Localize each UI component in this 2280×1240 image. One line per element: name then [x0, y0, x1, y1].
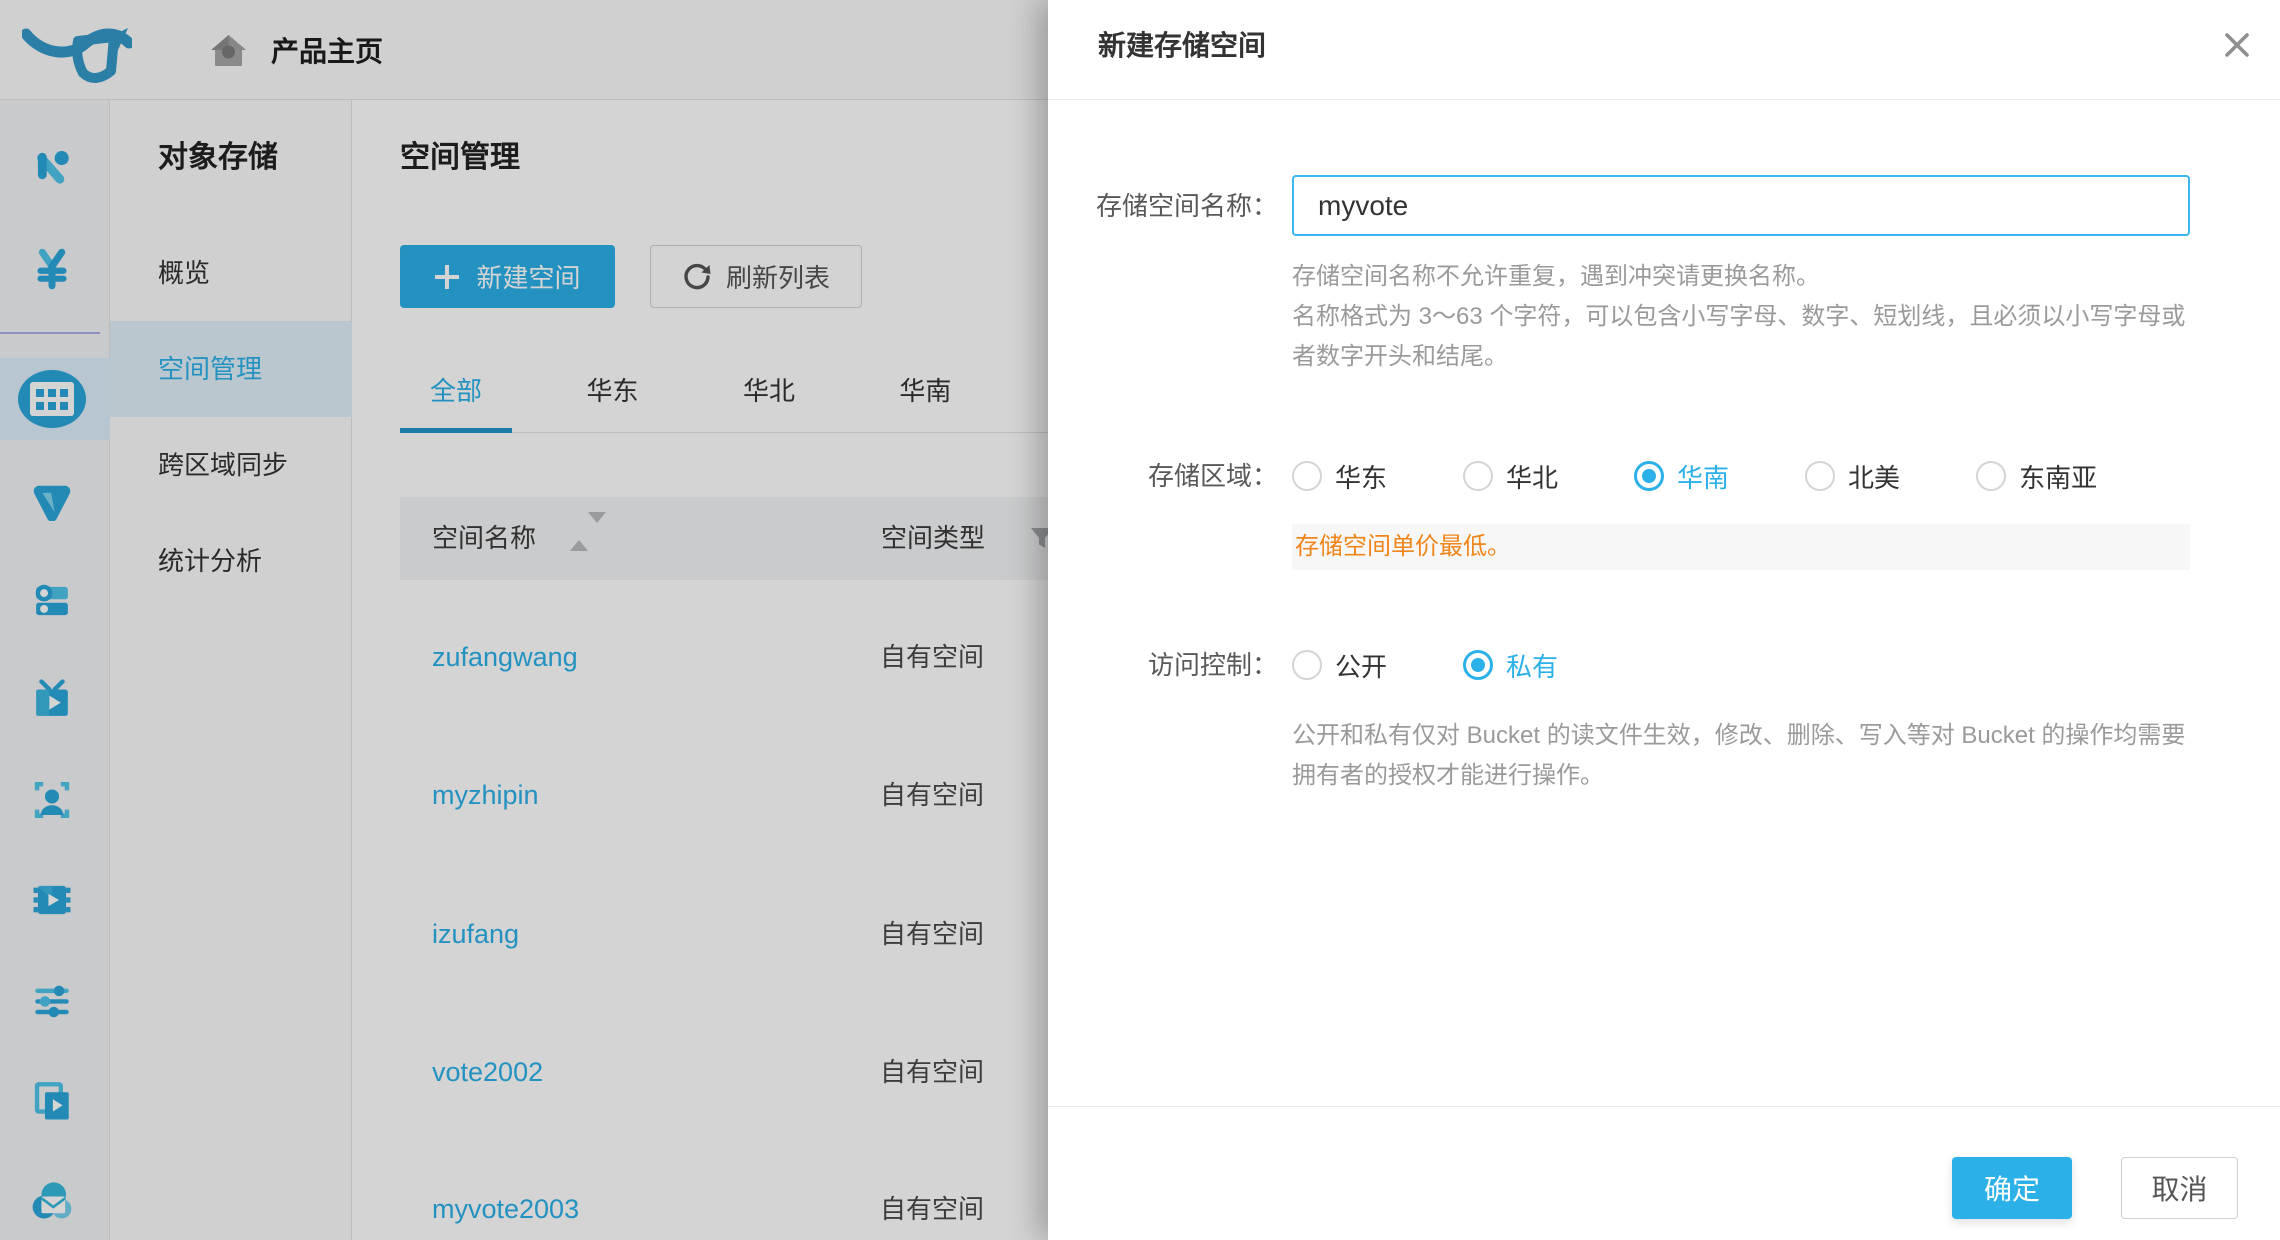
access-radio-group: 公开 私有	[1292, 645, 1634, 685]
radio-huadong[interactable]: 华东	[1292, 458, 1387, 495]
radio-circle	[1292, 650, 1322, 680]
radio-circle	[1463, 461, 1493, 491]
help-line: 拥有者的授权才能进行操作。	[1292, 756, 2185, 796]
bucket-name-help: 存储空间名称不允许重复，遇到冲突请更换名称。 名称格式为 3～63 个字符，可以…	[1292, 257, 2185, 377]
cancel-button[interactable]: 取消	[2121, 1157, 2238, 1219]
drawer-title: 新建存储空间	[1098, 0, 1266, 92]
help-line: 者数字开头和结尾。	[1292, 337, 2185, 377]
radio-dongnanya[interactable]: 东南亚	[1976, 458, 2097, 495]
radio-circle	[1463, 650, 1493, 680]
radio-label: 北美	[1848, 458, 1900, 495]
radio-beimei[interactable]: 北美	[1805, 458, 1900, 495]
radio-label: 私有	[1506, 647, 1558, 684]
radio-label: 公开	[1335, 647, 1387, 684]
radio-circle	[1976, 461, 2006, 491]
region-radio-group: 华东 华北 华南 北美 东南亚	[1292, 456, 2173, 496]
drawer-footer: 确定 取消	[1048, 1106, 2280, 1240]
region-price-note: 存储空间单价最低。	[1292, 524, 2190, 570]
radio-circle	[1805, 461, 1835, 491]
radio-label: 华南	[1677, 458, 1729, 495]
access-help: 公开和私有仅对 Bucket 的读文件生效，修改、删除、写入等对 Bucket …	[1292, 716, 2185, 796]
radio-label: 东南亚	[2019, 458, 2097, 495]
help-line: 名称格式为 3～63 个字符，可以包含小写字母、数字、短划线，且必须以小写字母或	[1292, 297, 2185, 337]
radio-huabei[interactable]: 华北	[1463, 458, 1558, 495]
confirm-button[interactable]: 确定	[1952, 1157, 2072, 1219]
bucket-name-input[interactable]	[1292, 175, 2190, 236]
radio-label: 华东	[1335, 458, 1387, 495]
radio-private[interactable]: 私有	[1463, 647, 1558, 684]
region-label: 存储区域：	[1064, 456, 1278, 496]
drawer-header: 新建存储空间	[1048, 0, 2280, 100]
radio-circle	[1634, 461, 1664, 491]
radio-label: 华北	[1506, 458, 1558, 495]
create-bucket-drawer: 新建存储空间 存储空间名称： 存储空间名称不允许重复，遇到冲突请更换名称。 名称…	[1048, 0, 2280, 1240]
help-line: 存储空间名称不允许重复，遇到冲突请更换名称。	[1292, 257, 2185, 297]
bucket-name-label: 存储空间名称：	[1064, 186, 1278, 226]
radio-public[interactable]: 公开	[1292, 647, 1387, 684]
radio-huanan[interactable]: 华南	[1634, 458, 1729, 495]
app-window: 产品主页	[0, 0, 2280, 1240]
help-line: 公开和私有仅对 Bucket 的读文件生效，修改、删除、写入等对 Bucket …	[1292, 716, 2185, 756]
radio-circle	[1292, 461, 1322, 491]
close-icon[interactable]	[2214, 22, 2260, 68]
access-label: 访问控制：	[1064, 645, 1278, 685]
